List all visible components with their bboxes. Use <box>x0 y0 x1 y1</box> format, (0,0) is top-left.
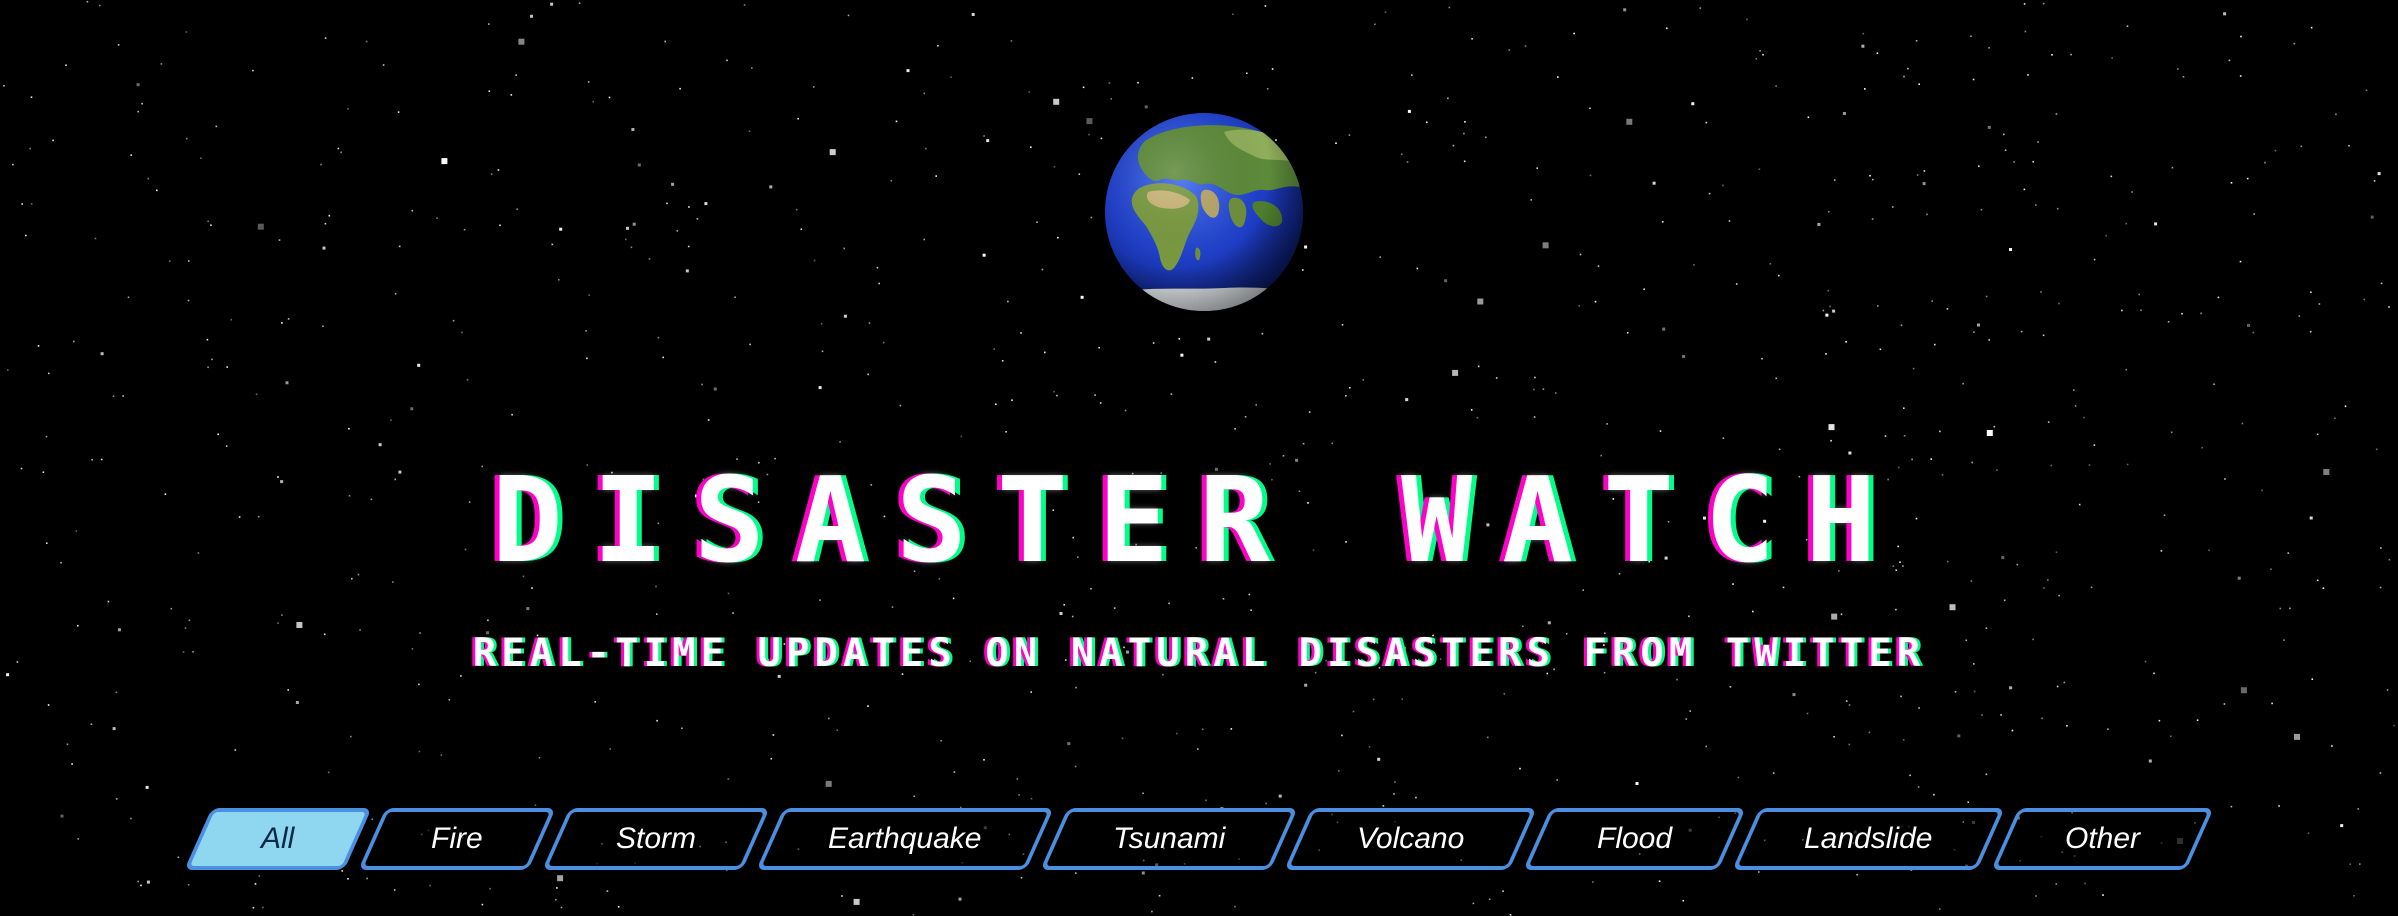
filter-tsunami-button[interactable]: Tsunami <box>1040 808 1298 870</box>
filter-label: Tsunami <box>1112 822 1226 855</box>
filter-bar: All Fire Storm Earthquake Tsunami Volcan… <box>0 808 2398 876</box>
filter-label: Other <box>2064 822 2141 855</box>
filter-label: All <box>261 822 295 855</box>
filter-label: Volcano <box>1356 822 1465 855</box>
filter-label: Landslide <box>1804 822 1933 855</box>
filter-storm-button[interactable]: Storm <box>542 808 770 870</box>
filter-flood-button[interactable]: Flood <box>1523 808 1746 870</box>
filter-all-button[interactable]: All <box>184 808 372 870</box>
filter-label: Fire <box>431 822 483 855</box>
page-subtitle: REAL-TIME UPDATES ON NATURAL DISASTERS F… <box>472 631 1926 676</box>
filter-label: Storm <box>615 822 696 855</box>
filter-other-button[interactable]: Other <box>1991 808 2214 870</box>
filter-fire-button[interactable]: Fire <box>358 808 556 870</box>
filter-label: Earthquake <box>828 822 982 855</box>
filter-landslide-button[interactable]: Landslide <box>1732 808 2005 870</box>
filter-earthquake-button[interactable]: Earthquake <box>756 808 1054 870</box>
filter-label: Flood <box>1596 822 1673 855</box>
earth-globe-icon <box>1105 113 1303 311</box>
filter-volcano-button[interactable]: Volcano <box>1284 808 1537 870</box>
page-title: DISASTER WATCH <box>491 451 1907 589</box>
